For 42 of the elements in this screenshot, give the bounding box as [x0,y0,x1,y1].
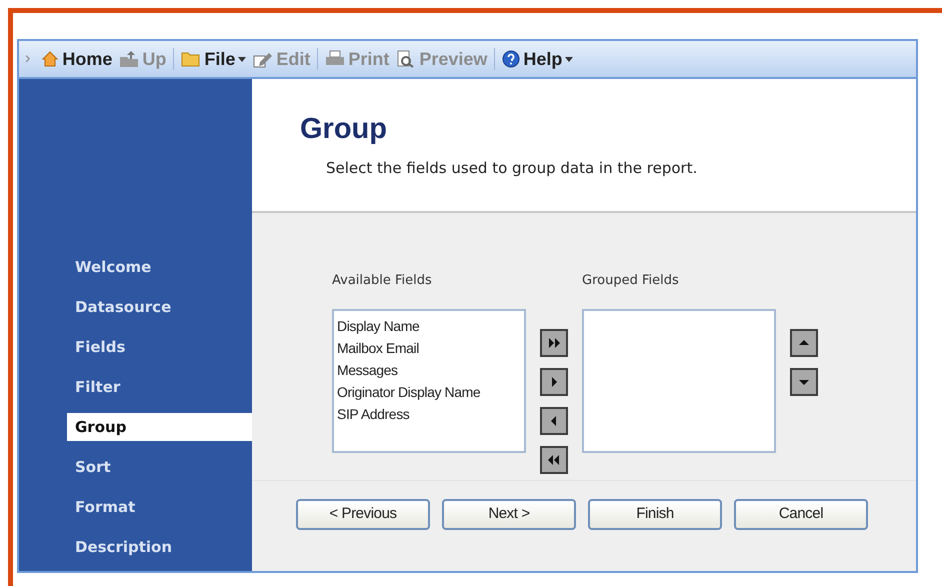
field-label: Available Fields [332,272,433,290]
move-all-right-button[interactable] [540,329,568,357]
home-button[interactable]: Home [39,46,114,72]
wizard-button[interactable]: Finish [588,499,722,530]
magnifier-page-icon [396,50,416,68]
list-item[interactable]: Display Name [337,315,521,337]
move-up-button[interactable] [790,329,818,357]
page-title: Group [300,113,388,145]
arrow-icon [546,335,562,351]
move-right-button[interactable] [540,368,568,396]
sidebar-item[interactable]: Group [67,413,252,441]
caret-icon [565,56,574,62]
wizard-button[interactable]: Cancel [734,499,868,530]
caret-icon [238,56,246,62]
house-icon [41,50,60,68]
help-button[interactable]: Help [500,46,576,72]
move-left-button[interactable] [540,407,568,435]
wizard-button[interactable]: Next > [442,499,576,530]
sidebar-item[interactable]: Sort [19,453,252,481]
list-item[interactable]: Mailbox Email [337,337,521,359]
list-box[interactable]: Display Name Mailbox Email Messages Originator Display Name SIP Address [332,309,526,453]
sidebar-item[interactable]: Format [19,493,252,521]
list-item[interactable]: Messages [337,359,521,381]
help-icon [502,50,520,68]
sidebar-item[interactable]: Fields [19,333,252,361]
sidebar-item[interactable]: Filter [19,373,252,401]
field-label: Grouped Fields [582,272,680,290]
folder-up-icon [119,50,140,68]
page-subtitle: Select the fields used to group data in the report. [326,158,698,179]
pencil-icon [253,50,274,68]
sidebar-item[interactable]: Datasource [19,293,252,321]
folder-icon [181,51,202,67]
list-item[interactable]: SIP Address [337,403,521,425]
chevron-text: › [25,49,30,69]
file-button[interactable]: File [179,46,248,72]
move-down-button[interactable] [790,368,818,396]
list-item[interactable]: Originator Display Name [337,381,521,403]
printer-icon [325,50,346,68]
move-all-left-button[interactable] [540,446,568,474]
sidebar-item[interactable]: Description [19,533,252,561]
wizard-button[interactable]: < Previous [296,499,430,530]
sidebar-item[interactable]: Welcome [19,253,252,281]
